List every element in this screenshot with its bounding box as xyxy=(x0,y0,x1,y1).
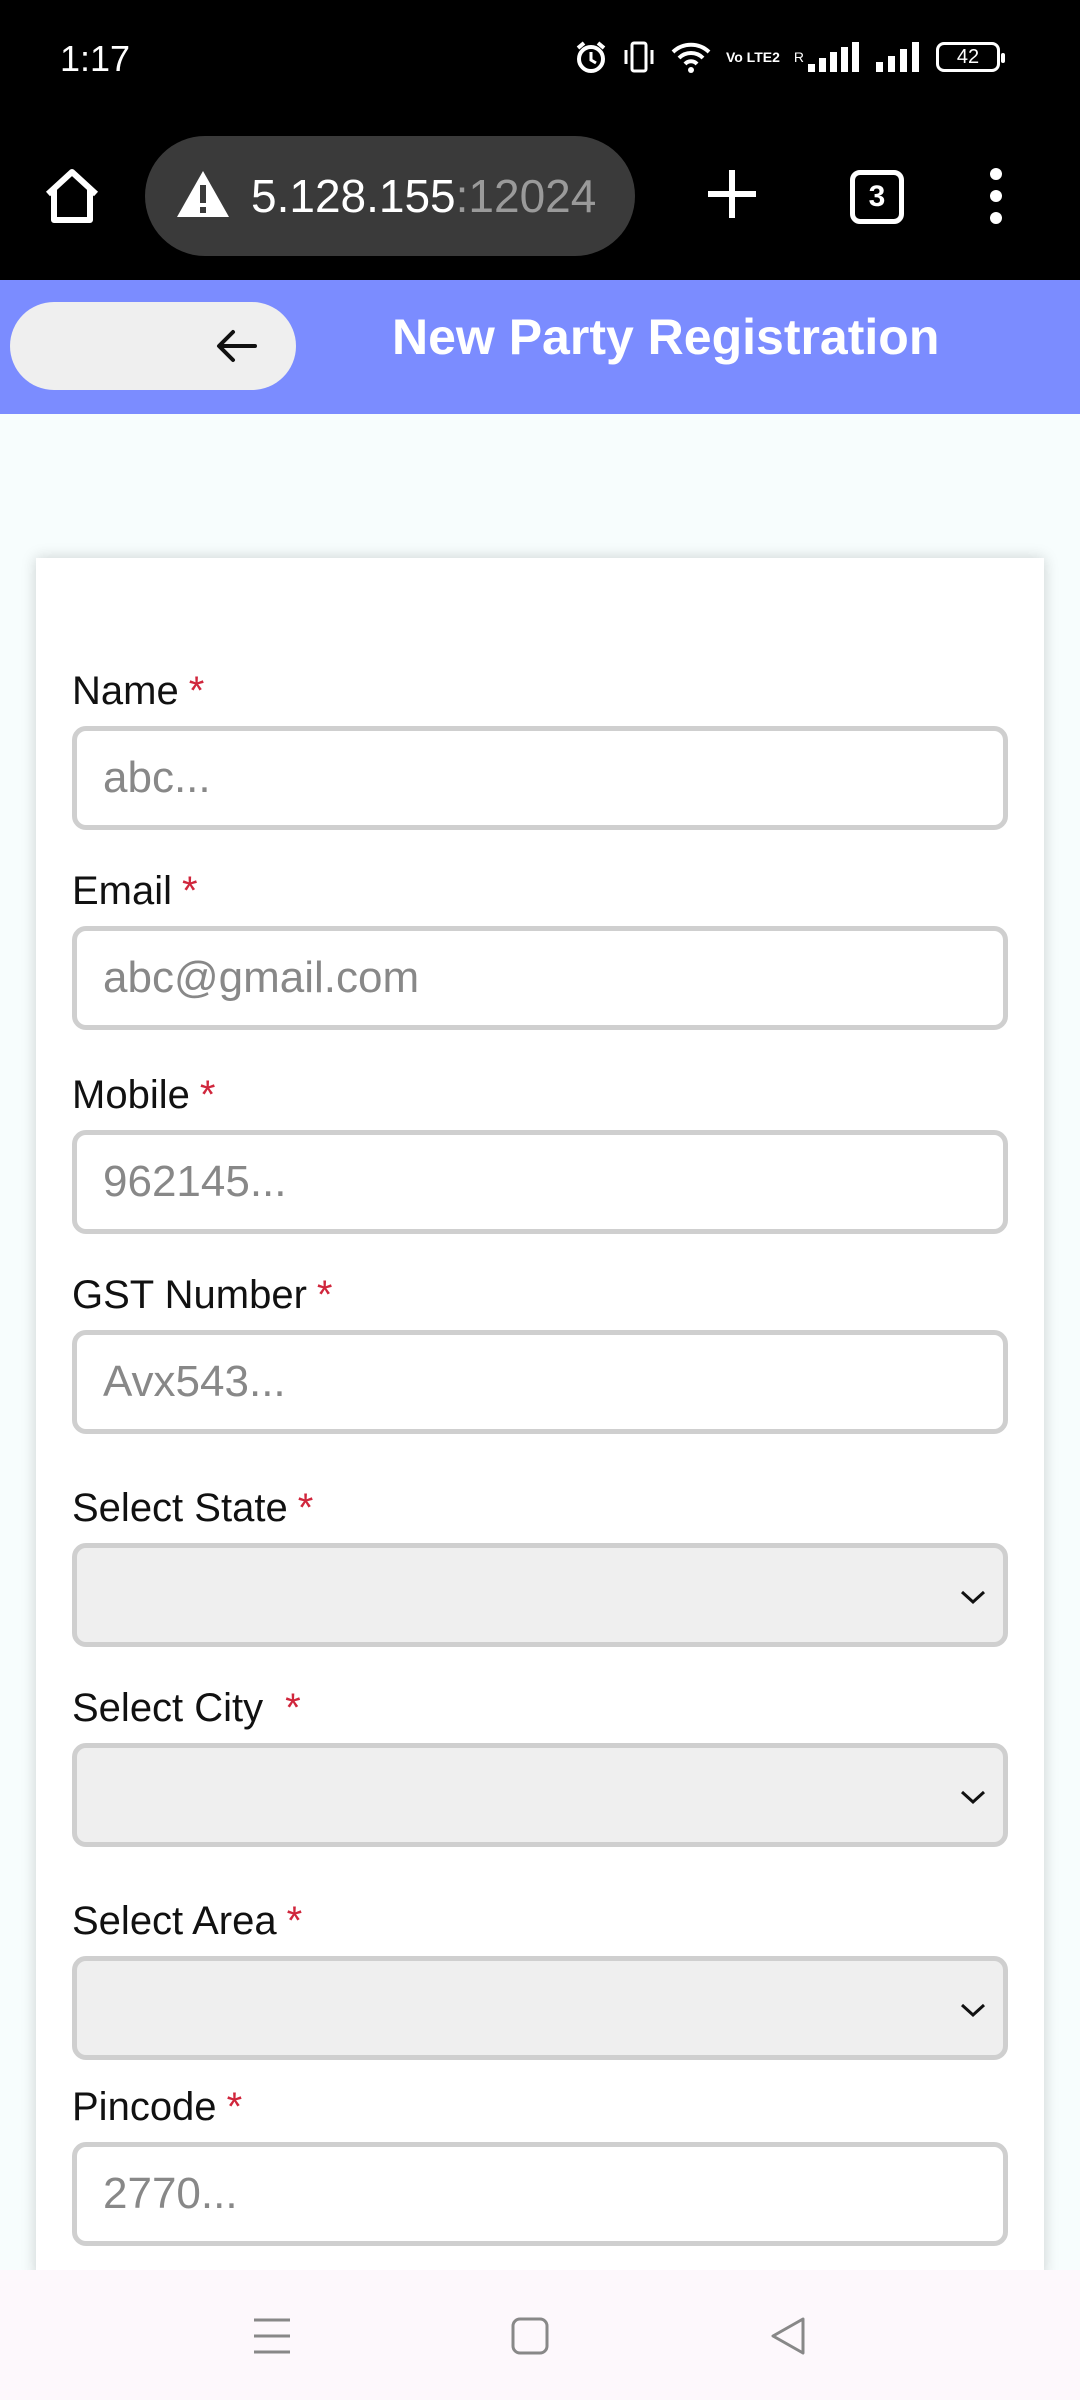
signal-icon: R xyxy=(794,40,862,74)
back-triangle-icon[interactable] xyxy=(768,2314,808,2363)
state-field-group: Select State * xyxy=(72,1483,1008,1647)
name-field-group: Name * xyxy=(72,666,1008,830)
home-square-icon[interactable] xyxy=(510,2314,550,2363)
state-label: Select State * xyxy=(72,1486,314,1530)
city-label: Select City * xyxy=(72,1686,301,1730)
mobile-label: Mobile * xyxy=(72,1073,216,1117)
gst-input[interactable] xyxy=(72,1330,1008,1434)
system-navigation-bar xyxy=(0,2270,1080,2400)
vibrate-icon xyxy=(622,40,656,74)
city-select[interactable] xyxy=(72,1743,1008,1847)
tabs-icon[interactable]: 3 xyxy=(850,170,904,224)
status-bar: 1:17 Vo LTE2 R 42 xyxy=(0,0,1080,124)
mobile-input[interactable] xyxy=(72,1130,1008,1234)
chevron-down-icon xyxy=(960,2003,986,2018)
chevron-down-icon xyxy=(960,1590,986,1605)
chevron-down-icon xyxy=(960,1790,986,1805)
signal-icon xyxy=(876,40,922,74)
status-icons: Vo LTE2 R 42 xyxy=(574,40,1005,74)
warning-icon[interactable] xyxy=(175,169,231,224)
pincode-field-group: Pincode * xyxy=(72,2082,1008,2246)
registration-form: Name* Email* Mobile* GST Number* Select … xyxy=(36,558,1044,2278)
name-label: Name * xyxy=(72,669,205,713)
page-title: New Party Registration xyxy=(392,309,940,365)
menu-icon[interactable] xyxy=(976,164,1016,228)
gst-field-group: GST Number * xyxy=(72,1270,1008,1434)
arrow-left-icon xyxy=(217,330,257,362)
back-button[interactable] xyxy=(10,302,296,390)
email-field-group: Email * xyxy=(72,866,1008,1030)
home-icon[interactable] xyxy=(40,164,104,228)
battery-icon: 42 xyxy=(936,42,1005,72)
state-select[interactable] xyxy=(72,1543,1008,1647)
mobile-field-group: Mobile * xyxy=(72,1070,1008,1234)
name-input[interactable] xyxy=(72,726,1008,830)
email-input[interactable] xyxy=(72,926,1008,1030)
wifi-icon xyxy=(670,40,712,74)
gst-label: GST Number * xyxy=(72,1273,333,1317)
area-select[interactable] xyxy=(72,1956,1008,2060)
url-text[interactable]: 5.128.155:12024 xyxy=(251,169,596,223)
area-label: Select Area * xyxy=(72,1899,303,1943)
address-bar[interactable]: 5.128.155:12024 xyxy=(145,136,635,256)
email-label: Email * xyxy=(72,869,198,913)
pincode-input[interactable] xyxy=(72,2142,1008,2246)
pincode-label: Pincode * xyxy=(72,2085,243,2129)
app-header: New Party Registration xyxy=(0,280,1080,414)
browser-toolbar: 5.128.155:12024 3 xyxy=(0,124,1080,280)
volte-icon: Vo LTE2 xyxy=(725,49,780,65)
plus-icon[interactable] xyxy=(700,162,764,226)
city-field-group: Select City * xyxy=(72,1683,1008,1847)
alarm-icon xyxy=(574,40,608,74)
status-time: 1:17 xyxy=(60,38,131,79)
area-field-group: Select Area * xyxy=(72,1896,1008,2060)
recent-apps-icon[interactable] xyxy=(250,2314,294,2363)
